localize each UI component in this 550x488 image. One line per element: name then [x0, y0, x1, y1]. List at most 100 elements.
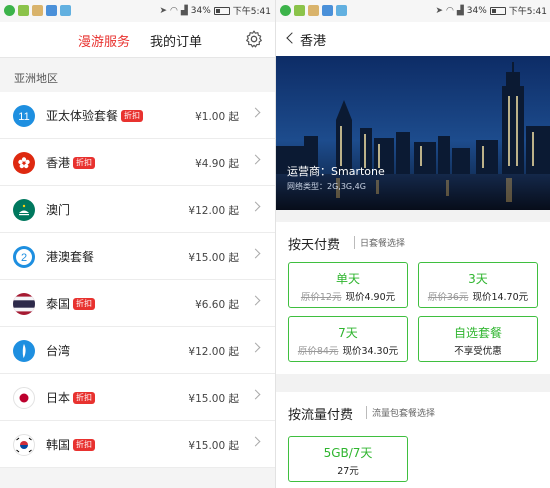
plan-option-3day[interactable]: 3天 原价36元 现价14.70元 — [418, 262, 538, 308]
plan-option-5gb[interactable]: 5GB/7天 27元 — [288, 436, 408, 482]
region-name-wrap: 日本 折扣 — [46, 389, 96, 406]
list-item[interactable]: 台湾 ¥12.00 起 — [0, 327, 275, 374]
status-bar: ➤ ◠ ▟ 34% 下午5:41 — [276, 0, 550, 22]
list-item[interactable]: 香港 折扣 ¥4.90 起 — [0, 139, 275, 186]
region-name-wrap: 澳门 — [46, 201, 70, 218]
region-name-wrap: 亚太体验套餐 折扣 — [46, 107, 144, 124]
chevron-right-icon — [250, 201, 261, 212]
operator-text: 运营商：Smartone — [287, 165, 385, 178]
tab-my-orders[interactable]: 我的订单 — [150, 31, 202, 50]
discount-badge: 折扣 — [73, 156, 96, 169]
back-arrow-icon[interactable] — [286, 32, 298, 44]
detail-header: 香港 — [276, 22, 550, 56]
svg-text:2: 2 — [21, 252, 27, 264]
svg-text:11: 11 — [18, 111, 29, 123]
plan-option-price: 原价36元 现价14.70元 — [419, 289, 537, 303]
region-name: 泰国 — [46, 297, 71, 311]
japan-flag-icon — [13, 387, 35, 409]
browser-app-icon — [46, 5, 57, 16]
notes-app-icon — [32, 5, 43, 16]
current-price: 现价34.30元 — [342, 346, 399, 357]
status-bar: ➤ ◠ ▟ 34% 下午5:41 — [0, 0, 275, 22]
region-name-wrap: 韩国 折扣 — [46, 436, 96, 453]
list-item[interactable]: 澳门 ¥12.00 起 — [0, 186, 275, 233]
chevron-right-icon — [250, 107, 261, 118]
region-name: 香港 — [46, 156, 71, 170]
chevron-right-icon — [250, 154, 261, 165]
signal-icon: ▟ — [180, 5, 188, 16]
taiwan-icon — [13, 340, 35, 362]
region-price: ¥12.00 起 — [188, 346, 239, 358]
current-price: 现价14.70元 — [472, 292, 529, 303]
discount-badge: 折扣 — [73, 297, 96, 310]
page-title: 香港 — [300, 34, 327, 49]
roaming-list-screen: ➤ ◠ ▟ 34% 下午5:41 漫游服务 我的订单 亚洲地区 11 亚太体验套… — [0, 0, 275, 488]
chevron-right-icon — [250, 342, 261, 353]
battery-icon — [489, 6, 506, 15]
plan-option-title: 5GB/7天 — [323, 446, 373, 460]
region-price: ¥1.00 起 — [195, 111, 239, 123]
gear-icon[interactable] — [244, 29, 264, 49]
plan-option-7day[interactable]: 7天 原价84元 现价34.30元 — [288, 316, 408, 362]
region-price: ¥15.00 起 — [188, 393, 239, 405]
tab-roaming-service[interactable]: 漫游服务 — [78, 31, 130, 50]
phone-app-icon — [280, 5, 291, 16]
plan-option-note: 不享受优惠 — [454, 346, 502, 357]
list-item[interactable]: 2 港澳套餐 ¥15.00 起 — [0, 233, 275, 280]
region-name-wrap: 泰国 折扣 — [46, 295, 96, 312]
discount-badge: 折扣 — [73, 391, 96, 404]
notes-app-icon — [308, 5, 319, 16]
list-item[interactable]: 日本 折扣 ¥15.00 起 — [0, 374, 275, 421]
battery-percent: 34% — [466, 5, 487, 16]
list-item[interactable]: 韩国 折扣 ¥15.00 起 — [0, 421, 275, 468]
chevron-right-icon — [250, 389, 261, 400]
battery-icon — [213, 6, 230, 15]
number-11-icon: 11 — [13, 105, 35, 127]
data-plan-title: 按流量付费 — [288, 408, 354, 423]
number-2-icon: 2 — [13, 246, 35, 268]
region-name-wrap: 台湾 — [46, 342, 70, 359]
region-name: 亚太体验套餐 — [46, 109, 119, 123]
daily-plan-card: 按天付费 日套餐选择 单天 原价12元 现价4.90元 3天 原价36元 现价14.… — [276, 222, 550, 374]
current-price: 现价4.90元 — [345, 292, 396, 303]
clock: 下午5:41 — [232, 7, 271, 17]
city-banner: 运营商：Smartone 网络类型：2G,3G,4G — [276, 56, 550, 210]
message-app-icon — [336, 5, 347, 16]
region-price: ¥15.00 起 — [188, 440, 239, 452]
daily-plan-subtitle: 日套餐选择 — [354, 236, 405, 249]
signal-icon: ▟ — [456, 5, 464, 16]
hong-kong-flag-icon — [13, 152, 35, 174]
wifi-icon: ◠ — [445, 5, 454, 16]
discount-badge: 折扣 — [121, 109, 144, 122]
data-plan-card: 按流量付费 流量包套餐选择 5GB/7天 27元 — [276, 392, 550, 488]
region-name: 港澳套餐 — [46, 250, 95, 264]
list-item[interactable]: 泰国 折扣 ¥6.60 起 — [0, 280, 275, 327]
macau-flag-icon — [13, 199, 35, 221]
list-item[interactable]: 11 亚太体验套餐 折扣 ¥1.00 起 — [0, 92, 275, 139]
region-name: 日本 — [46, 391, 71, 405]
message-app-icon — [60, 5, 71, 16]
wifi-icon: ◠ — [169, 5, 178, 16]
plan-option-title: 单天 — [335, 272, 360, 286]
network-type-text: 网络类型：2G,3G,4G — [287, 182, 366, 191]
top-tabs: 漫游服务 我的订单 — [0, 22, 275, 58]
region-name: 澳门 — [46, 203, 71, 217]
plan-option-price: 27元 — [337, 466, 359, 477]
korea-flag-icon — [13, 434, 35, 456]
clock: 下午5:41 — [508, 7, 547, 17]
phone-app-icon — [4, 5, 15, 16]
plan-option-price: 原价12元 现价4.90元 — [289, 289, 407, 303]
region-list: 11 亚太体验套餐 折扣 ¥1.00 起 香港 折扣 ¥4.90 起 澳门 ¥12.… — [0, 92, 275, 468]
chevron-right-icon — [250, 295, 261, 306]
region-name: 韩国 — [46, 438, 71, 452]
plan-option-custom[interactable]: 自选套餐 不享受优惠 — [418, 316, 538, 362]
plan-option-title: 自选套餐 — [453, 326, 502, 340]
section-title-asia: 亚洲地区 — [14, 72, 58, 85]
region-price: ¥6.60 起 — [195, 299, 239, 311]
battery-percent: 34% — [190, 5, 211, 16]
thailand-flag-icon — [13, 293, 35, 315]
region-price: ¥12.00 起 — [188, 205, 239, 217]
plan-option-1day[interactable]: 单天 原价12元 现价4.90元 — [288, 262, 408, 308]
navigation-icon: ➤ — [159, 5, 167, 16]
original-price: 原价84元 — [297, 346, 339, 357]
